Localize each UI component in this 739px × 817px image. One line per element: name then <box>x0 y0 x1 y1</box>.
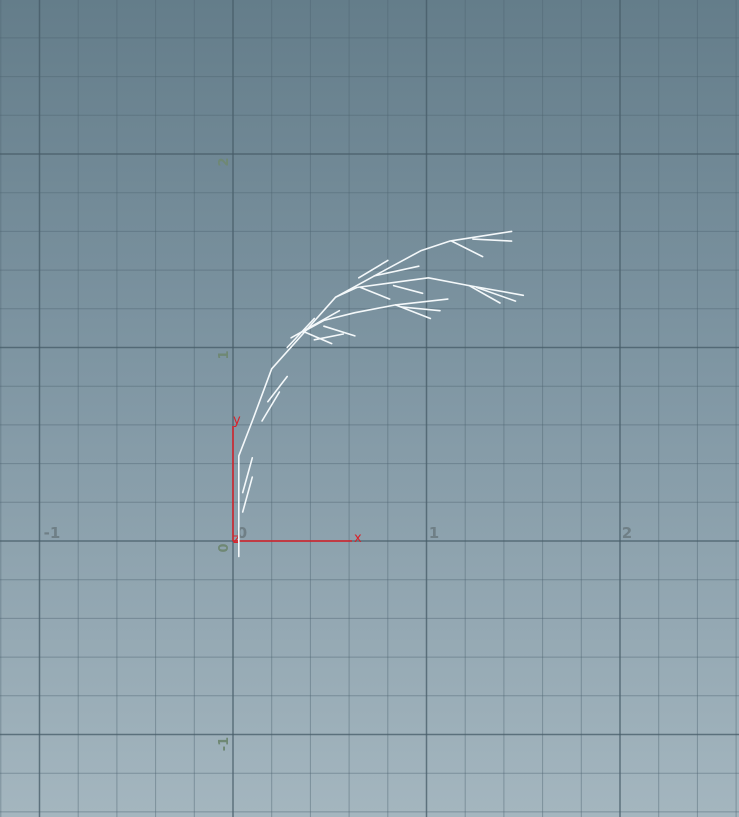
plant-branch <box>261 391 281 422</box>
plant-branch <box>373 265 420 277</box>
axis-label-x-2: 2 <box>622 524 632 542</box>
plant-branch <box>472 238 513 242</box>
3d-viewport[interactable]: -1 0 1 2 2 1 0 -1 x y z <box>0 0 739 817</box>
plant-branch <box>290 309 341 339</box>
plant-branch <box>241 476 254 513</box>
plant-branch <box>241 456 254 494</box>
axis-label-x-neg1: -1 <box>44 524 61 542</box>
axis-label-y-neg1: -1 <box>217 737 232 751</box>
viewport-canvas[interactable]: -1 0 1 2 2 1 0 -1 x y z <box>0 0 739 817</box>
plant-branch <box>313 333 345 341</box>
plant-branch <box>359 286 391 300</box>
axis-label-y-0: 0 <box>217 543 232 552</box>
axis-label-y-1: 1 <box>217 350 232 359</box>
plant-branch <box>392 284 424 295</box>
axis-label-y-2: 2 <box>217 157 232 166</box>
origin-y-label: y <box>233 413 241 428</box>
viewport-grid <box>0 0 739 817</box>
plant-branch <box>357 259 389 279</box>
plant-curve[interactable] <box>238 230 525 558</box>
origin-x-label: x <box>354 531 362 546</box>
plant-branch <box>450 240 484 258</box>
axis-label-x-1: 1 <box>429 524 439 542</box>
origin-gizmo[interactable]: x y z <box>232 413 362 547</box>
plant-branch <box>475 286 517 302</box>
plant-branch <box>238 230 513 558</box>
plant-branch <box>266 375 289 403</box>
